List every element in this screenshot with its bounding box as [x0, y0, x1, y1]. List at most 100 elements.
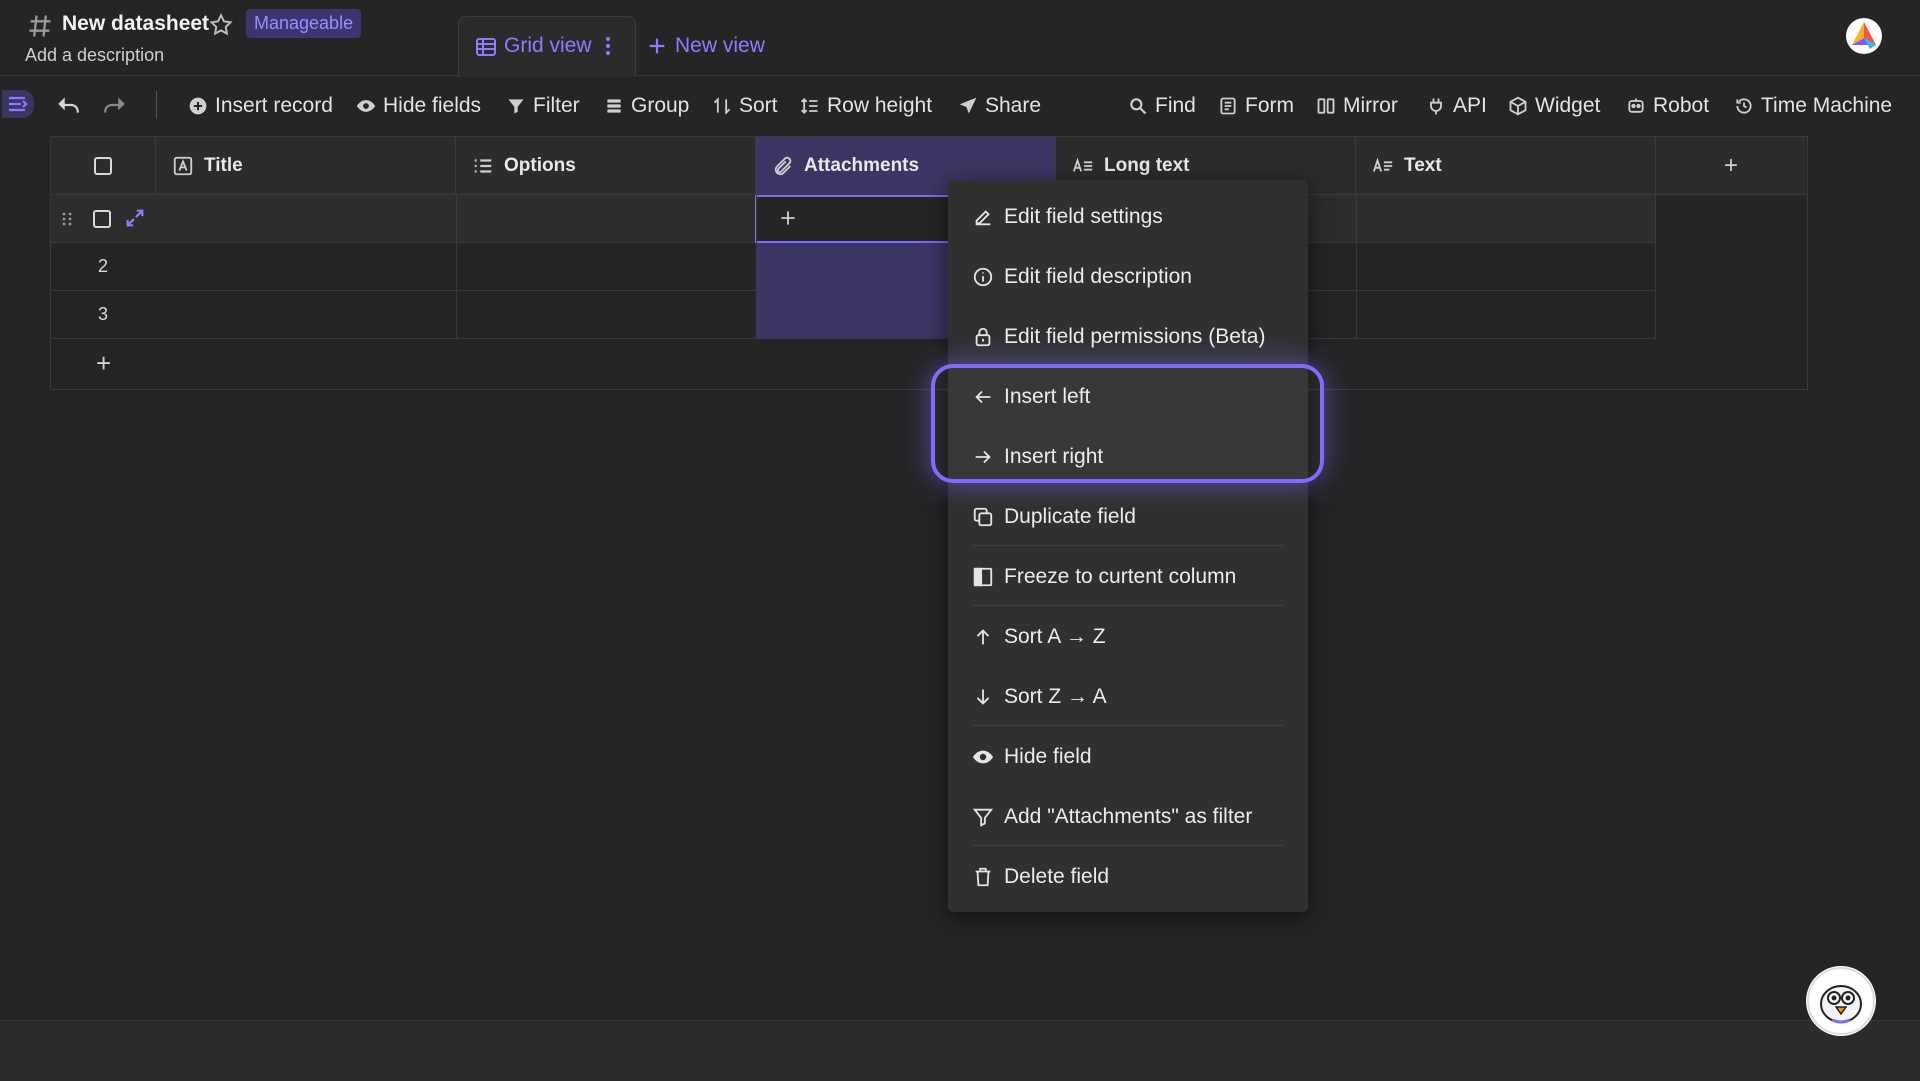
select-all-checkbox[interactable]: [94, 156, 112, 175]
menu-item-label: Edit field settings: [1004, 205, 1163, 228]
eye-icon: [972, 746, 994, 768]
datasheet-hash-icon: [26, 12, 54, 40]
menu-item-label: Edit field description: [1004, 265, 1192, 288]
search-icon: [1128, 96, 1148, 116]
column-header-options[interactable]: Options: [456, 137, 756, 195]
add-attachment-plus-icon[interactable]: [778, 208, 798, 228]
drag-handle-icon[interactable]: [58, 210, 76, 228]
arrow-left-icon: [972, 386, 994, 408]
menu-item-duplicate-field[interactable]: Duplicate field: [948, 488, 1308, 546]
arrow-down-icon: [972, 686, 994, 708]
column-header-label: Attachments: [804, 154, 920, 176]
sort-label: Sort: [739, 94, 778, 117]
filter-label: Filter: [533, 94, 580, 117]
column-header-title[interactable]: Title: [156, 137, 456, 195]
find-button[interactable]: Find: [1128, 91, 1196, 121]
row-height-button[interactable]: Row height: [800, 91, 932, 121]
form-label: Form: [1245, 94, 1294, 117]
menu-item-edit-field-description[interactable]: Edit field description: [948, 248, 1308, 306]
text-field-icon: [172, 155, 194, 177]
column-header-label: Long text: [1104, 154, 1190, 176]
add-row-button[interactable]: +: [96, 348, 111, 379]
history-icon: [1734, 96, 1754, 116]
menu-item-label: Insert right: [1004, 445, 1104, 468]
mirror-button[interactable]: Mirror: [1316, 91, 1398, 121]
row-height-icon: [800, 96, 820, 116]
menu-item-freeze-column[interactable]: Freeze to curtent column: [948, 548, 1308, 606]
api-button[interactable]: API: [1426, 91, 1487, 121]
mirror-icon: [1316, 96, 1336, 116]
sort-icon: [712, 96, 732, 116]
column-header-label: Title: [204, 154, 243, 176]
group-icon: [604, 96, 624, 116]
column-header-label: Options: [504, 154, 576, 176]
group-button[interactable]: Group: [604, 91, 689, 121]
user-avatar[interactable]: [1846, 18, 1882, 54]
redo-icon[interactable]: [102, 92, 128, 118]
menu-item-insert-left[interactable]: Insert left: [948, 368, 1308, 426]
menu-item-edit-field-settings[interactable]: Edit field settings: [948, 188, 1308, 246]
form-button[interactable]: Form: [1218, 91, 1294, 121]
group-label: Group: [631, 94, 690, 117]
tab-grid-view-label[interactable]: Grid view: [504, 34, 592, 58]
eye-icon: [356, 96, 376, 116]
column-header-text[interactable]: Text: [1356, 137, 1656, 195]
help-assistant-avatar[interactable]: [1806, 966, 1876, 1036]
menu-item-add-filter[interactable]: Add "Attachments" as filter: [948, 788, 1308, 846]
widget-label: Widget: [1535, 94, 1601, 117]
plus-icon[interactable]: [646, 35, 668, 57]
menu-item-label: Sort A → Z: [1004, 625, 1106, 648]
plus-circle-icon: [188, 96, 208, 116]
column-divider: [1655, 195, 1656, 339]
row-number: 3: [98, 304, 109, 324]
sort-button[interactable]: Sort: [712, 91, 778, 121]
menu-item-delete-field[interactable]: Delete field: [948, 848, 1308, 906]
insert-record-button[interactable]: Insert record: [188, 91, 333, 121]
status-bar: [0, 1020, 1920, 1081]
menu-item-edit-field-permissions[interactable]: Edit field permissions (Beta): [948, 308, 1308, 366]
robot-icon: [1626, 96, 1646, 116]
filter-button[interactable]: Filter: [506, 91, 580, 121]
grid-view-icon: [474, 35, 498, 59]
menu-item-hide-field[interactable]: Hide field: [948, 728, 1308, 786]
widget-button[interactable]: Widget: [1508, 91, 1600, 121]
sidebar-toggle-icon[interactable]: [2, 90, 34, 118]
menu-item-insert-right[interactable]: Insert right: [948, 428, 1308, 486]
column-divider: [1356, 195, 1357, 339]
robot-button[interactable]: Robot: [1626, 91, 1709, 121]
star-icon[interactable]: [208, 12, 234, 38]
time-machine-label: Time Machine: [1761, 94, 1893, 117]
menu-item-label: Edit field permissions (Beta): [1004, 325, 1266, 348]
trash-icon: [972, 866, 994, 888]
attachment-field-icon: [772, 155, 794, 177]
column-header-label: Text: [1404, 154, 1442, 176]
arrow-up-icon: [972, 626, 994, 648]
lock-icon: [972, 326, 994, 348]
menu-divider: [972, 725, 1284, 726]
share-button[interactable]: Share: [958, 91, 1041, 121]
add-description-link[interactable]: Add a description: [25, 45, 164, 66]
menu-item-sort-asc[interactable]: Sort A → Z: [948, 608, 1308, 666]
new-view-button[interactable]: New view: [675, 34, 765, 58]
undo-icon[interactable]: [55, 92, 81, 118]
menu-divider: [972, 605, 1284, 606]
more-vertical-icon[interactable]: [600, 34, 616, 58]
datasheet-title[interactable]: New datasheet: [62, 12, 209, 36]
row-checkbox[interactable]: [93, 210, 111, 228]
hide-fields-button[interactable]: Hide fields: [356, 91, 481, 121]
find-label: Find: [1155, 94, 1196, 117]
row-height-label: Row height: [827, 94, 933, 117]
add-column-button[interactable]: +: [1656, 137, 1806, 195]
cube-icon: [1508, 96, 1528, 116]
send-icon: [958, 96, 978, 116]
time-machine-button[interactable]: Time Machine: [1734, 91, 1892, 121]
expand-record-icon[interactable]: [124, 207, 146, 229]
freeze-icon: [972, 566, 994, 588]
menu-item-label: Insert left: [1004, 385, 1091, 408]
menu-item-sort-desc[interactable]: Sort Z → A: [948, 668, 1308, 726]
select-all-cell[interactable]: [51, 137, 156, 195]
menu-item-label: Sort Z → A: [1004, 685, 1107, 708]
api-label: API: [1453, 94, 1487, 117]
menu-item-label: Freeze to curtent column: [1004, 565, 1237, 588]
menu-divider: [972, 845, 1284, 846]
